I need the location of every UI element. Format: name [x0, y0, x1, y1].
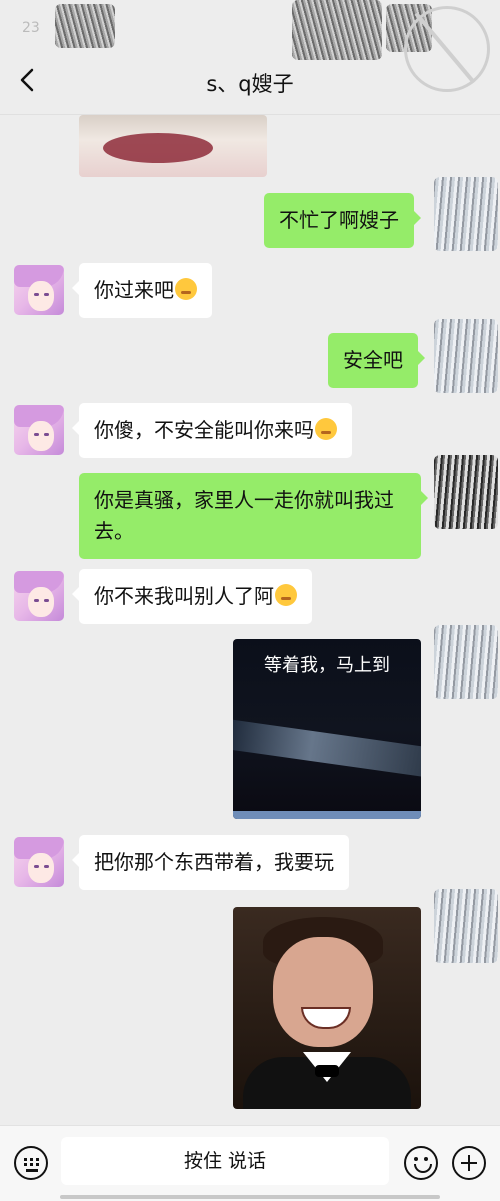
my-avatar[interactable]	[434, 319, 498, 393]
image-caption: 等着我，马上到	[264, 655, 390, 676]
message-bubble-incoming[interactable]: 你不来我叫别人了阿	[72, 569, 312, 624]
image-message[interactable]: 等着我，马上到	[233, 639, 421, 819]
message-bubble-outgoing[interactable]: 你是真骚，家里人一走你就叫我过去。	[79, 473, 428, 559]
message-bubble-incoming[interactable]: 把你那个东西带着，我要玩	[72, 835, 349, 890]
contact-avatar[interactable]	[14, 265, 64, 315]
my-avatar[interactable]	[434, 455, 498, 529]
message-bubble-outgoing[interactable]: 不忙了啊嫂子	[264, 193, 421, 248]
my-avatar[interactable]	[434, 889, 498, 963]
contact-avatar[interactable]	[14, 405, 64, 455]
status-bar: 23	[0, 0, 500, 92]
redaction-scribble	[55, 4, 115, 48]
contact-avatar[interactable]	[14, 837, 64, 887]
image-detail	[233, 811, 421, 819]
my-avatar[interactable]	[434, 177, 498, 251]
message-bubble-incoming[interactable]: 你傻，不安全能叫你来吗	[72, 403, 352, 458]
emoji-icon	[175, 278, 197, 300]
message-text: 你过来吧	[94, 278, 174, 302]
message-bubble-outgoing[interactable]: 安全吧	[328, 333, 425, 388]
emoji-icon	[275, 584, 297, 606]
my-avatar[interactable]	[434, 625, 498, 699]
chat-header: s、q嫂子	[0, 48, 500, 115]
message-text: 安全吧	[343, 348, 403, 372]
emoji-icon[interactable]	[404, 1146, 438, 1180]
input-bar: 按住 说话	[0, 1125, 500, 1201]
message-list[interactable]: 不忙了啊嫂子 你过来吧 安全吧 你傻，不安全能叫你来吗 你是真骚，家里人一走你就…	[0, 115, 500, 1125]
chat-title[interactable]: s、q嫂子	[0, 68, 500, 98]
image-message[interactable]	[79, 115, 267, 177]
message-text: 不忙了啊嫂子	[279, 208, 399, 232]
message-text: 你是真骚，家里人一走你就叫我过去。	[94, 488, 394, 543]
home-indicator	[60, 1195, 440, 1199]
plus-icon[interactable]	[452, 1146, 486, 1180]
image-detail	[103, 133, 213, 163]
message-text: 把你那个东西带着，我要玩	[94, 850, 334, 874]
message-text: 你不来我叫别人了阿	[94, 584, 274, 608]
keyboard-icon[interactable]	[14, 1146, 48, 1180]
contact-avatar[interactable]	[14, 571, 64, 621]
status-time: 23	[22, 20, 40, 36]
image-detail	[233, 718, 421, 780]
hold-to-talk-button[interactable]: 按住 说话	[61, 1137, 389, 1185]
message-bubble-incoming[interactable]: 你过来吧	[72, 263, 212, 318]
image-message[interactable]	[233, 907, 421, 1109]
message-text: 你傻，不安全能叫你来吗	[94, 418, 314, 442]
emoji-icon	[315, 418, 337, 440]
